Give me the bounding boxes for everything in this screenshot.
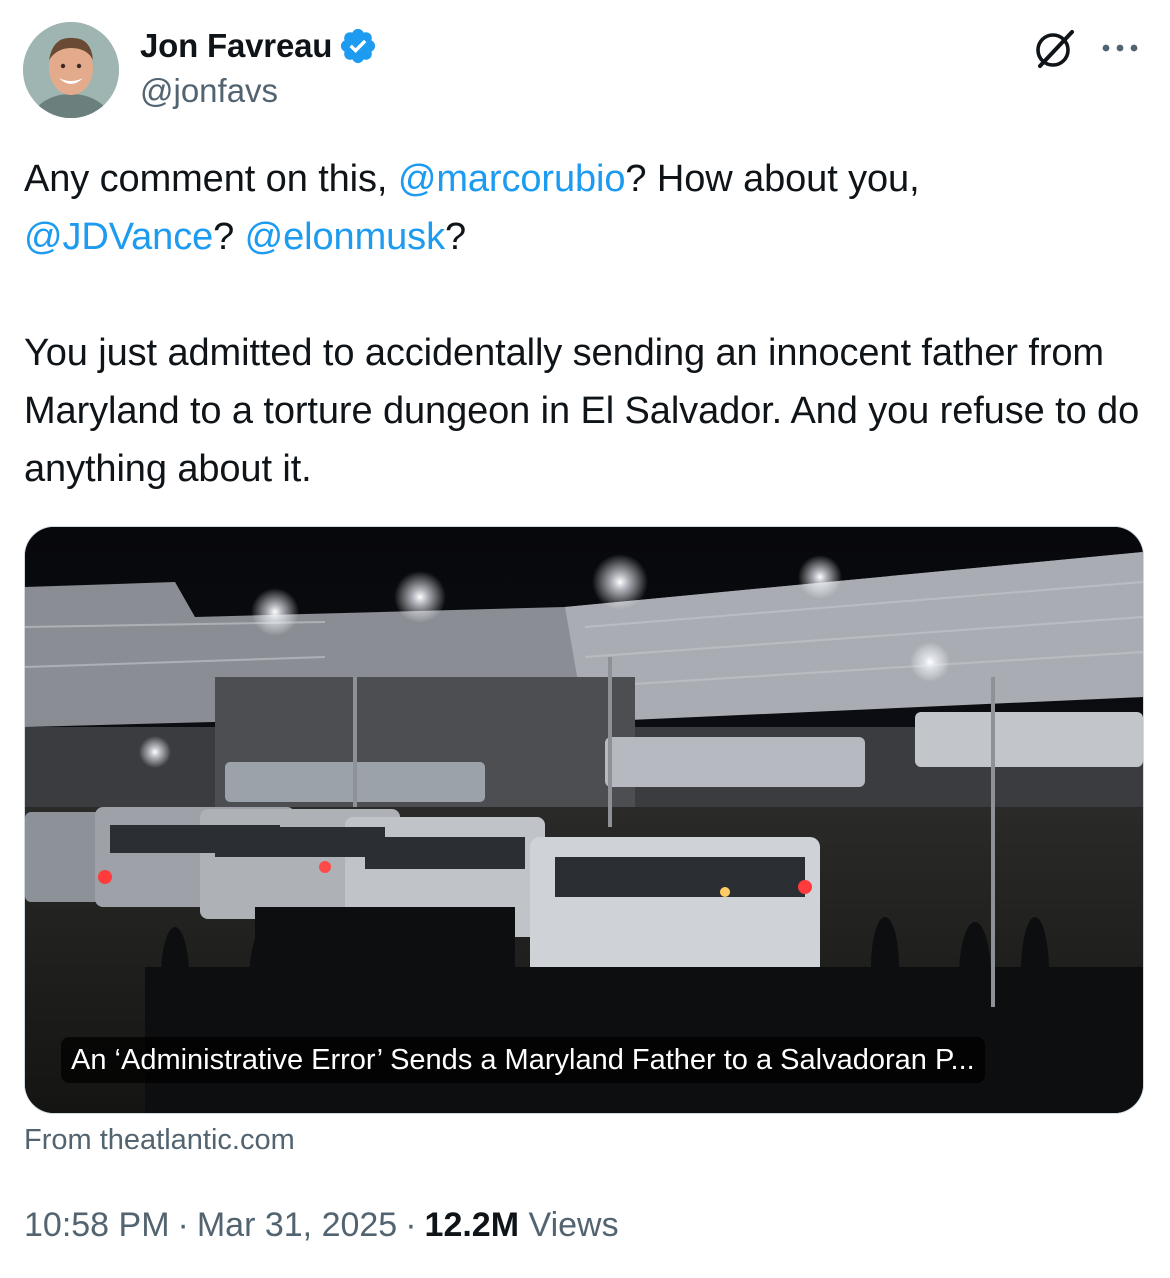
tweet-text: Any comment on this, @marcorubio? How ab… [24, 150, 1144, 498]
author-name-row: Jon Favreau [140, 24, 378, 68]
avatar-image [23, 22, 119, 118]
text-segment: Any comment on this, [24, 158, 398, 200]
avatar[interactable] [23, 22, 119, 118]
views-count[interactable]: 12.2M [425, 1206, 520, 1244]
card-image [25, 527, 1143, 1113]
text-segment: ? [444, 216, 467, 258]
text-segment: ? [213, 216, 245, 258]
tweet-paragraph-2: You just admitted to accidentally sendin… [24, 332, 1140, 490]
mention-elonmusk[interactable]: @elonmusk [245, 216, 445, 258]
tweet-time[interactable]: 10:58 PM [24, 1206, 170, 1244]
more-icon[interactable] [1098, 30, 1142, 66]
author-handle[interactable]: @jonfavs [140, 72, 278, 110]
meta-separator: · [177, 1206, 189, 1244]
views-label: Views [528, 1206, 619, 1244]
card-title: An ‘Administrative Error’ Sends a Maryla… [61, 1037, 985, 1083]
link-card[interactable]: An ‘Administrative Error’ Sends a Maryla… [24, 526, 1144, 1114]
verified-badge-icon [341, 28, 376, 64]
mention-jdvance[interactable]: @JDVance [24, 216, 213, 258]
meta-separator: · [405, 1206, 417, 1244]
tweet-meta: 10:58 PM · Mar 31, 2025 · 12.2M Views [24, 1206, 619, 1245]
card-source[interactable]: From theatlantic.com [24, 1124, 295, 1157]
mention-marcorubio[interactable]: @marcorubio [398, 158, 626, 200]
tweet-date[interactable]: Mar 31, 2025 [197, 1206, 397, 1244]
grok-icon[interactable] [1032, 26, 1078, 72]
text-segment: ? How about you, [625, 158, 920, 200]
author-name[interactable]: Jon Favreau [140, 27, 332, 65]
tweet-paragraph-1: Any comment on this, @marcorubio? How ab… [24, 150, 1144, 266]
